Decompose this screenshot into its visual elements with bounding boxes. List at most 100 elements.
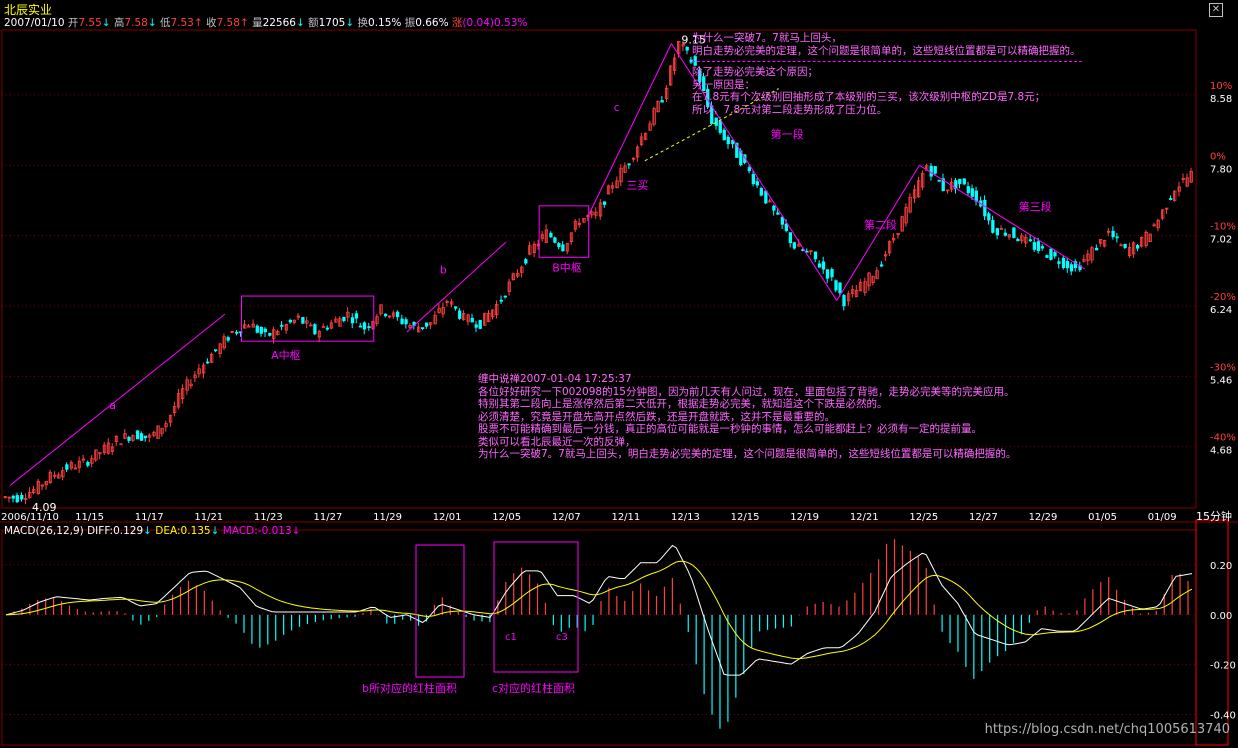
candle-body: [15, 495, 19, 503]
candle-body: [755, 181, 759, 186]
candle-body: [1057, 261, 1061, 264]
candle-body: [139, 433, 144, 441]
candle-body: [235, 331, 239, 334]
segment-2-label: 第二段: [864, 217, 897, 231]
candle-body: [321, 325, 326, 328]
candle-body: [1111, 230, 1115, 238]
macd-b-label: b所对应的红柱面积: [362, 681, 457, 695]
x-tick-label: 12/25: [909, 512, 938, 523]
candle-body: [470, 317, 474, 323]
x-tick-label: 01/09: [1148, 512, 1177, 523]
candle-body: [247, 325, 251, 328]
candle-body: [842, 295, 846, 307]
candle-body: [1049, 248, 1053, 260]
x-tick-label: 12/19: [790, 512, 819, 523]
candle-body: [817, 263, 822, 268]
watermark: https://blog.csdn.net/chq1005613740: [984, 722, 1230, 737]
candle-body: [313, 324, 317, 335]
candle-body: [557, 243, 561, 248]
macd-info-bar: MACD(26,12,9) DIFF:0.129↓ DEA:0.135↓ MAC…: [4, 525, 301, 537]
period-label[interactable]: 15分钟: [1196, 508, 1232, 524]
candle-body: [714, 117, 718, 126]
candle-body: [660, 100, 664, 103]
candle-body: [933, 166, 937, 174]
candle-body: [478, 319, 482, 329]
mid-note-line: 必须清楚，究竟是开盘先高开点然后跌，还是开盘就跌，这并不是最重要的。: [478, 410, 835, 423]
candle-body: [1123, 243, 1127, 248]
macd-diff: DIFF:0.129: [87, 525, 144, 537]
candle-body: [1016, 238, 1020, 242]
candle-body: [751, 174, 755, 185]
macd-tick-label: 0.00: [1210, 611, 1232, 622]
candle-body: [784, 223, 789, 231]
candle-body: [974, 190, 978, 202]
trend-a-label: a: [109, 399, 116, 412]
candle-body: [937, 179, 941, 182]
top-note-line: 在7.8元有个次级别回抽形成了本级别的三买，该次级别中枢的ZD是7.8元；: [692, 91, 1046, 103]
candle-body: [127, 436, 131, 441]
candle-body: [288, 319, 292, 323]
macd-tick-label: -0.40: [1210, 711, 1236, 722]
candle-body: [983, 199, 987, 217]
candle-body: [362, 322, 367, 330]
candle-body: [929, 165, 933, 177]
price-tick-label: 7.02: [1210, 235, 1232, 246]
candle-body: [503, 295, 507, 298]
candle-body: [792, 242, 797, 249]
candle-body: [764, 190, 768, 204]
segment-1-label: 第一段: [771, 127, 804, 141]
candle-body: [301, 317, 305, 324]
x-tick-label: 11/15: [75, 512, 104, 523]
candle-body: [561, 244, 565, 252]
candle-body: [524, 259, 528, 264]
candle-body: [259, 326, 263, 334]
candle-body: [424, 322, 429, 327]
x-tick-label: 12/01: [433, 512, 462, 523]
x-tick-label: 12/27: [969, 512, 998, 523]
candle-body: [813, 251, 818, 260]
candle-body: [958, 178, 962, 185]
pct-tick-label: 10%: [1210, 81, 1232, 92]
candle-body: [499, 299, 503, 302]
c1-label: c1: [505, 632, 517, 643]
price-tick-label: 8.58: [1210, 94, 1232, 105]
pct-tick-label: -40%: [1210, 433, 1236, 444]
candle-body: [325, 327, 330, 330]
price-tick-label: 7.80: [1210, 164, 1232, 175]
candle-body: [400, 318, 404, 324]
c3-label: c3: [556, 632, 568, 643]
x-tick-label: 11/21: [194, 512, 223, 523]
candle-body: [825, 269, 830, 279]
candle-body: [821, 261, 826, 270]
candle-body: [602, 201, 607, 205]
top-note-line: 除了走势必完美这个原因；: [692, 66, 818, 78]
mid-note-line: 为什么一突破7。7就马上回头，明白走势必完美的定理，这个问题是很简单的，这些短线…: [478, 448, 1017, 460]
macd-title: MACD(26,12,9): [4, 525, 84, 537]
candle-body: [420, 327, 425, 330]
trend-line-a: [9, 313, 226, 486]
macd-c-box: [493, 541, 579, 673]
candle-body: [553, 237, 557, 243]
candle-body: [383, 313, 388, 317]
candle-body: [830, 269, 834, 278]
x-tick-label: 11/23: [254, 512, 283, 523]
x-tick-label: 01/05: [1088, 512, 1117, 523]
third-buy-label: 三买: [626, 179, 648, 192]
candle-body: [206, 361, 210, 364]
x-tick-label: 12/11: [611, 512, 640, 523]
candle-body: [474, 324, 478, 328]
chart-annotations: 9.154.09abcA中枢B中枢三买第一段第二段第三段b所对应的红柱面积 c对应…: [9, 34, 1086, 695]
price-tick-label: 4.68: [1210, 446, 1232, 457]
candle-body: [1169, 198, 1173, 200]
candle-body: [143, 435, 148, 439]
candle-body: [962, 178, 966, 185]
candle-body: [747, 167, 751, 172]
top-note-line: 明白走势必完美的定理，这个问题是很简单的，这些短线位置都是可以精确把握的。: [692, 44, 1081, 57]
candle-body: [1032, 242, 1037, 250]
price-tick-label: 5.46: [1210, 375, 1232, 386]
candle-body: [454, 306, 458, 309]
macd-tick-label: 0.20: [1210, 561, 1232, 572]
candle-body: [1040, 246, 1045, 249]
top-note-divider: [692, 61, 1082, 62]
candle-body: [1045, 255, 1049, 258]
